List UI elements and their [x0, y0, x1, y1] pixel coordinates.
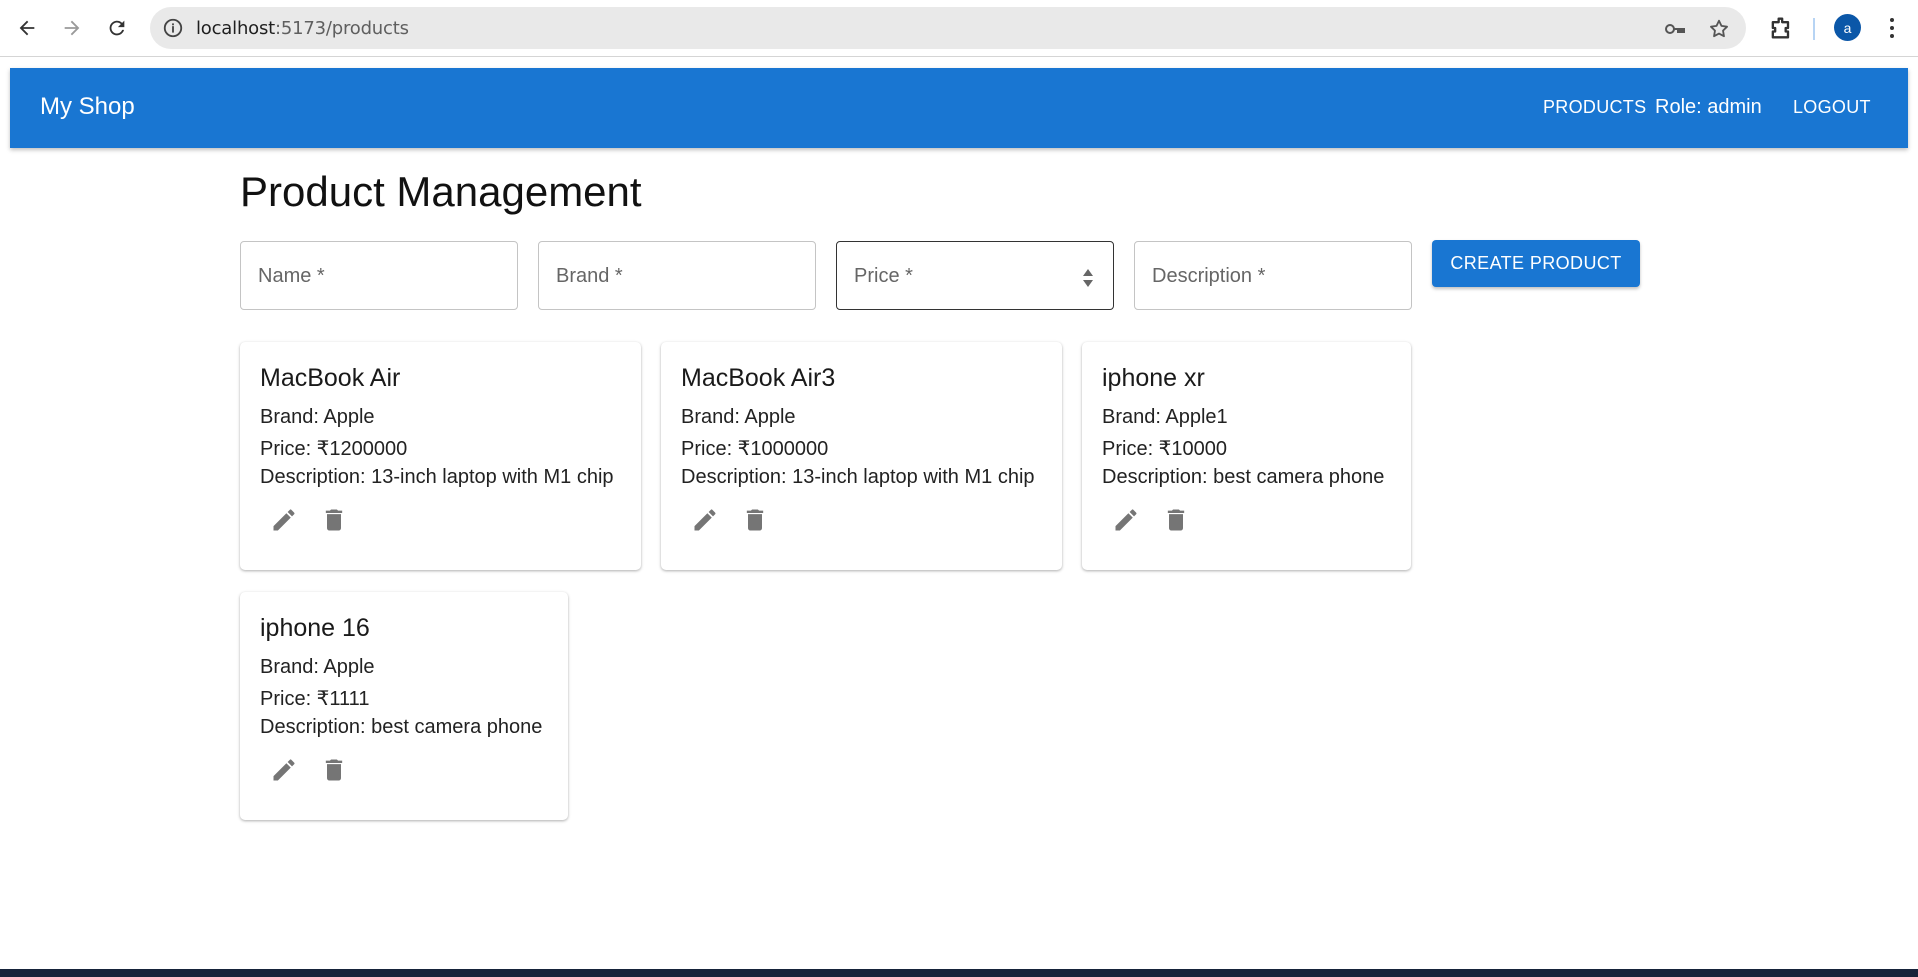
- bookmark-button[interactable]: [1707, 17, 1731, 41]
- address-bar[interactable]: localhost:5173/products: [150, 7, 1746, 49]
- password-key-button[interactable]: [1663, 17, 1687, 41]
- product-title: MacBook Air3: [681, 364, 836, 392]
- app-header: My Shop PRODUCTS Role: admin LOGOUT: [10, 68, 1908, 148]
- product-price: Price: ₹1000000: [681, 438, 829, 460]
- product-description: Description: 13-inch laptop with M1 chip: [681, 466, 1035, 488]
- product-description: Description: 13-inch laptop with M1 chip: [260, 466, 614, 488]
- product-title: iphone 16: [260, 614, 370, 642]
- extensions-icon[interactable]: [1767, 14, 1795, 42]
- brand-placeholder: Brand *: [556, 265, 623, 287]
- edit-button[interactable]: [683, 498, 727, 542]
- delete-button[interactable]: [1154, 498, 1198, 542]
- product-price: Price: ₹1200000: [260, 438, 408, 460]
- delete-trash-icon: [1167, 509, 1185, 531]
- edit-button[interactable]: [1104, 498, 1148, 542]
- product-title: MacBook Air: [260, 364, 401, 392]
- brand-field[interactable]: Brand *: [538, 241, 816, 310]
- back-button[interactable]: [11, 12, 43, 44]
- profile-avatar[interactable]: a: [1834, 14, 1861, 41]
- product-brand: Brand: Apple: [260, 406, 375, 428]
- os-taskbar-edge: [0, 969, 1918, 977]
- url-path: :5173/products: [275, 18, 409, 39]
- delete-button[interactable]: [312, 498, 356, 542]
- edit-pencil-icon: [694, 509, 716, 531]
- url-text[interactable]: localhost:5173/products: [196, 18, 409, 39]
- product-description: Description: best camera phone: [1102, 466, 1385, 488]
- product-card: iphone xr Brand: Apple1 Price: ₹10000 De…: [1082, 342, 1411, 570]
- name-field[interactable]: Name *: [240, 241, 518, 310]
- product-brand: Brand: Apple: [681, 406, 796, 428]
- create-product-button[interactable]: CREATE PRODUCT: [1432, 240, 1640, 287]
- price-placeholder: Price *: [854, 265, 913, 287]
- edit-button[interactable]: [262, 748, 306, 792]
- browser-toolbar: localhost:5173/products a: [0, 0, 1918, 57]
- price-field[interactable]: Price *: [836, 241, 1114, 310]
- url-host: localhost: [196, 18, 275, 39]
- reload-button[interactable]: [101, 12, 133, 44]
- site-info-icon[interactable]: [162, 17, 184, 39]
- bookmark-star-icon: [1710, 19, 1728, 38]
- product-price: Price: ₹1111: [260, 688, 370, 710]
- description-field[interactable]: Description *: [1134, 241, 1412, 310]
- product-description: Description: best camera phone: [260, 716, 543, 738]
- delete-trash-icon: [746, 509, 764, 531]
- product-title: iphone xr: [1102, 364, 1205, 392]
- description-placeholder: Description *: [1152, 265, 1266, 287]
- reload-icon: [109, 20, 125, 36]
- page-title: Product Management: [240, 168, 642, 215]
- toolbar-divider: [1813, 18, 1815, 40]
- product-card: MacBook Air3 Brand: Apple Price: ₹100000…: [661, 342, 1062, 570]
- number-spinner-icon[interactable]: [1081, 266, 1095, 290]
- edit-button[interactable]: [262, 498, 306, 542]
- edit-pencil-icon: [1115, 509, 1137, 531]
- product-brand: Brand: Apple1: [1102, 406, 1228, 428]
- delete-button[interactable]: [312, 748, 356, 792]
- delete-trash-icon: [325, 759, 343, 781]
- products-nav-button[interactable]: PRODUCTS: [1543, 97, 1646, 118]
- password-key-icon: [1665, 24, 1685, 34]
- product-price: Price: ₹10000: [1102, 438, 1228, 460]
- logout-button[interactable]: LOGOUT: [1793, 97, 1871, 118]
- app-brand: My Shop: [40, 93, 135, 120]
- delete-trash-icon: [325, 509, 343, 531]
- forward-arrow-icon: [64, 20, 80, 36]
- edit-pencil-icon: [273, 509, 295, 531]
- edit-pencil-icon: [273, 759, 295, 781]
- user-role-label: Role: admin: [1655, 96, 1762, 118]
- forward-button[interactable]: [56, 12, 88, 44]
- product-brand: Brand: Apple: [260, 656, 375, 678]
- product-card: iphone 16 Brand: Apple Price: ₹1111 Desc…: [240, 592, 568, 820]
- delete-button[interactable]: [733, 498, 777, 542]
- product-card: MacBook Air Brand: Apple Price: ₹1200000…: [240, 342, 641, 570]
- more-menu-icon[interactable]: [1880, 14, 1904, 42]
- back-arrow-icon: [19, 20, 35, 36]
- name-placeholder: Name *: [258, 265, 325, 287]
